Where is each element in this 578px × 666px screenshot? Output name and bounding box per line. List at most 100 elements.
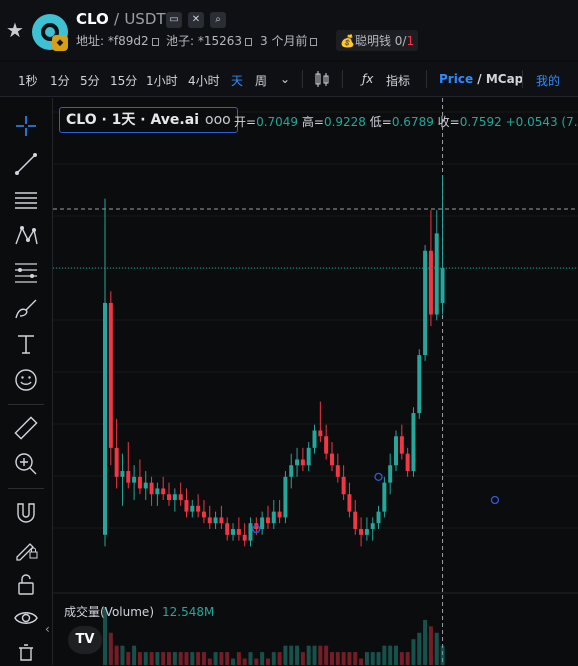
trend-line-icon[interactable] [12,150,40,178]
volume-bar [353,652,358,665]
trade-marker[interactable] [490,495,500,505]
horizontal-lines-icon[interactable] [12,186,40,214]
candle-body [172,494,177,501]
candle-body [143,482,148,489]
pair-title: CLO / USDT [76,10,166,28]
chart-area[interactable] [53,98,578,665]
quote-symbol: USDT [124,10,166,28]
candle-body [388,465,393,483]
indicator-button[interactable]: 指标 [386,72,410,89]
volume-bar [364,652,369,665]
mine-tab[interactable]: 我的 [536,72,560,89]
candle-body [335,465,340,477]
candle-body [231,529,236,535]
volume-bar [149,652,154,665]
tf-5m[interactable]: 5分 [80,72,100,89]
candle-body [137,476,142,489]
candle-body [201,511,206,518]
crosshair-icon[interactable] [12,112,40,140]
candle-body [248,523,253,541]
tool-divider [8,404,44,405]
volume-bar [178,652,183,665]
price-mcap-toggle[interactable]: Price / MCap [439,72,523,86]
volume-bar [114,645,119,665]
volume-bar [417,632,422,665]
magnet-icon[interactable] [12,498,40,526]
tf-1h[interactable]: 1小时 [146,72,178,89]
candle-body [161,488,166,495]
info-card-icon[interactable]: ▭ [166,12,182,28]
tradingview-logo[interactable]: TV [68,626,102,654]
candle-type-icon[interactable] [314,70,330,88]
tf-1w[interactable]: 周 [255,72,267,89]
volume-bar [231,658,236,665]
token-header: ★ ◆ CLO / USDT ▭ ✕ ⌕ 地址: *f89d2 池子: *152… [0,0,578,60]
volume-bar [359,658,364,665]
zoom-icon[interactable] [12,450,40,478]
trash-icon[interactable] [12,638,40,666]
age: 3 个月前 [260,32,318,49]
candle-body [364,529,369,535]
candlestick-chart[interactable] [53,98,578,665]
smart-money-badge[interactable]: 💰聪明钱 0/1 [336,30,419,51]
volume-bar [306,645,311,665]
candle-body [359,529,364,535]
tf-1m[interactable]: 1分 [50,72,70,89]
emoji-icon[interactable] [12,366,40,394]
tf-4h[interactable]: 4小时 [188,72,220,89]
search-icon[interactable]: ⌕ [210,12,226,28]
volume-bar [312,645,317,665]
candle-body [353,511,358,530]
candle-body [295,459,300,466]
pattern-icon[interactable] [12,222,40,250]
address[interactable]: 地址: *f89d2 [76,32,159,49]
x-twitter-icon[interactable]: ✕ [188,12,204,28]
candle-body [196,505,201,512]
divider [522,70,523,88]
volume-bar [376,652,381,665]
indicator-icon[interactable]: ƒx [362,72,373,86]
brush-icon[interactable] [12,294,40,322]
more-icon[interactable]: ooo [205,112,231,128]
candle-body [277,511,282,518]
chevron-down-icon[interactable]: ⌄ [280,72,290,86]
candle-body [114,447,119,477]
volume-bar [283,645,288,665]
symbol-legend[interactable]: CLO · 1天 · Ave.ai ooo [59,107,238,133]
tf-1s[interactable]: 1秒 [18,72,38,89]
tf-1d[interactable]: 天 [231,72,243,89]
text-icon[interactable] [12,330,40,358]
candle-body [428,250,433,315]
volume-legend: 成交量(Volume) 12.548M [64,605,215,619]
collapse-toolbar-icon[interactable]: ‹ [45,622,50,636]
volume-bar [108,632,113,665]
ruler-icon[interactable] [12,414,40,442]
tf-15m[interactable]: 15分 [110,72,137,89]
pool[interactable]: 池子: *15263 [166,32,253,49]
candle-body [324,436,329,454]
volume-bar [411,639,416,665]
base-symbol: CLO [76,10,109,28]
divider [426,70,427,88]
copy-icon[interactable] [151,37,159,46]
volume-bar [207,658,212,665]
lock-icon[interactable] [12,570,40,598]
volume-bar [295,645,300,665]
fib-icon[interactable] [12,258,40,286]
volume-bar [184,652,189,665]
volume-bar [271,652,276,665]
trade-marker[interactable] [374,472,383,481]
star-icon[interactable]: ★ [6,18,24,42]
candle-body [440,268,445,303]
eye-icon[interactable] [12,604,40,632]
volume-bar [219,652,224,665]
volume-bar [137,652,142,665]
tool-divider [8,488,44,489]
lock-edit-icon[interactable] [12,534,40,562]
volume-bar [423,619,428,665]
volume-bar [213,652,218,665]
copy-icon[interactable] [245,37,253,46]
volume-bar [236,652,241,665]
candle-body [155,488,160,495]
volume-bar [300,652,305,665]
